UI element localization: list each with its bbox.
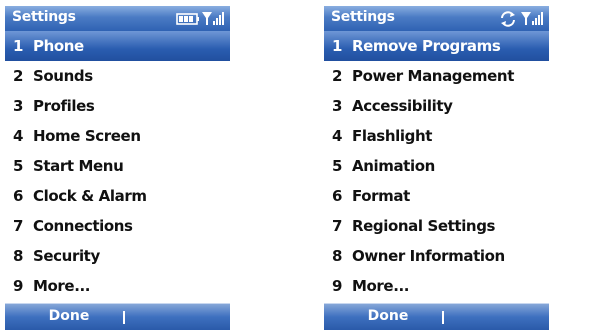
menu-item-regional-settings[interactable]: 7 Regional Settings [324,211,549,241]
menu-item-sounds[interactable]: 2 Sounds [5,61,230,91]
signal-icon [521,12,543,25]
item-number: 1 [13,37,24,55]
menu-item-security[interactable]: 8 Security [5,241,230,271]
signal-icon [202,12,224,25]
title-bar: Settings [324,6,549,31]
item-number: 6 [13,187,24,205]
menu-item-more[interactable]: 9 More... [324,271,549,301]
settings-menu: 1 Phone 2 Sounds 3 Profiles 4 Home Scree… [5,31,230,301]
item-number: 1 [332,37,343,55]
item-number: 2 [13,67,24,85]
item-number: 2 [332,67,343,85]
item-label: Connections [33,217,133,235]
screen-title: Settings [331,9,395,25]
status-icons [499,10,543,27]
item-label: Regional Settings [352,217,496,235]
menu-item-format[interactable]: 6 Format [324,181,549,211]
menu-item-start-menu[interactable]: 5 Start Menu [5,151,230,181]
menu-item-profiles[interactable]: 3 Profiles [5,91,230,121]
softkey-bar: Done [324,303,549,330]
item-label: Profiles [33,97,95,115]
item-label: Security [33,247,100,265]
softkey-divider [442,311,444,324]
menu-item-clock-alarm[interactable]: 6 Clock & Alarm [5,181,230,211]
item-label: Accessibility [352,97,453,115]
item-label: Format [352,187,410,205]
item-label: Clock & Alarm [33,187,147,205]
item-label: Owner Information [352,247,505,265]
menu-item-accessibility[interactable]: 3 Accessibility [324,91,549,121]
settings-menu: 1 Remove Programs 2 Power Management 3 A… [324,31,549,301]
menu-item-owner-information[interactable]: 8 Owner Information [324,241,549,271]
menu-item-home-screen[interactable]: 4 Home Screen [5,121,230,151]
menu-item-power-management[interactable]: 2 Power Management [324,61,549,91]
title-bar: Settings [5,6,230,31]
item-number: 3 [13,97,24,115]
item-label: Flashlight [352,127,432,145]
item-number: 4 [332,127,343,145]
item-number: 3 [332,97,343,115]
softkey-bar: Done [5,303,230,330]
status-icons [176,10,224,27]
softkey-divider [123,311,125,324]
item-label: Home Screen [33,127,141,145]
sync-icon [501,11,515,27]
done-softkey[interactable]: Done [347,308,429,324]
item-label: Remove Programs [352,37,501,55]
item-number: 9 [13,277,24,295]
item-number: 5 [332,157,343,175]
menu-item-animation[interactable]: 5 Animation [324,151,549,181]
item-label: Sounds [33,67,93,85]
item-number: 5 [13,157,24,175]
menu-item-more[interactable]: 9 More... [5,271,230,301]
item-label: Start Menu [33,157,124,175]
menu-item-connections[interactable]: 7 Connections [5,211,230,241]
item-label: Animation [352,157,435,175]
item-number: 7 [332,217,343,235]
item-label: More... [33,277,91,295]
item-number: 8 [13,247,24,265]
item-number: 6 [332,187,343,205]
item-label: Power Management [352,67,514,85]
done-softkey[interactable]: Done [28,308,110,324]
item-number: 9 [332,277,343,295]
battery-icon [176,13,199,25]
menu-item-remove-programs[interactable]: 1 Remove Programs [324,31,549,61]
screen-title: Settings [12,9,76,25]
item-number: 8 [332,247,343,265]
item-number: 4 [13,127,24,145]
settings-screen-left: Settings 1 Phone 2 Sounds 3 Profiles 4 H… [5,6,230,330]
menu-item-flashlight[interactable]: 4 Flashlight [324,121,549,151]
item-label: More... [352,277,410,295]
settings-screen-right: Settings 1 Remove Programs 2 Power Manag… [324,6,549,330]
item-label: Phone [33,37,84,55]
menu-item-phone[interactable]: 1 Phone [5,31,230,61]
item-number: 7 [13,217,24,235]
